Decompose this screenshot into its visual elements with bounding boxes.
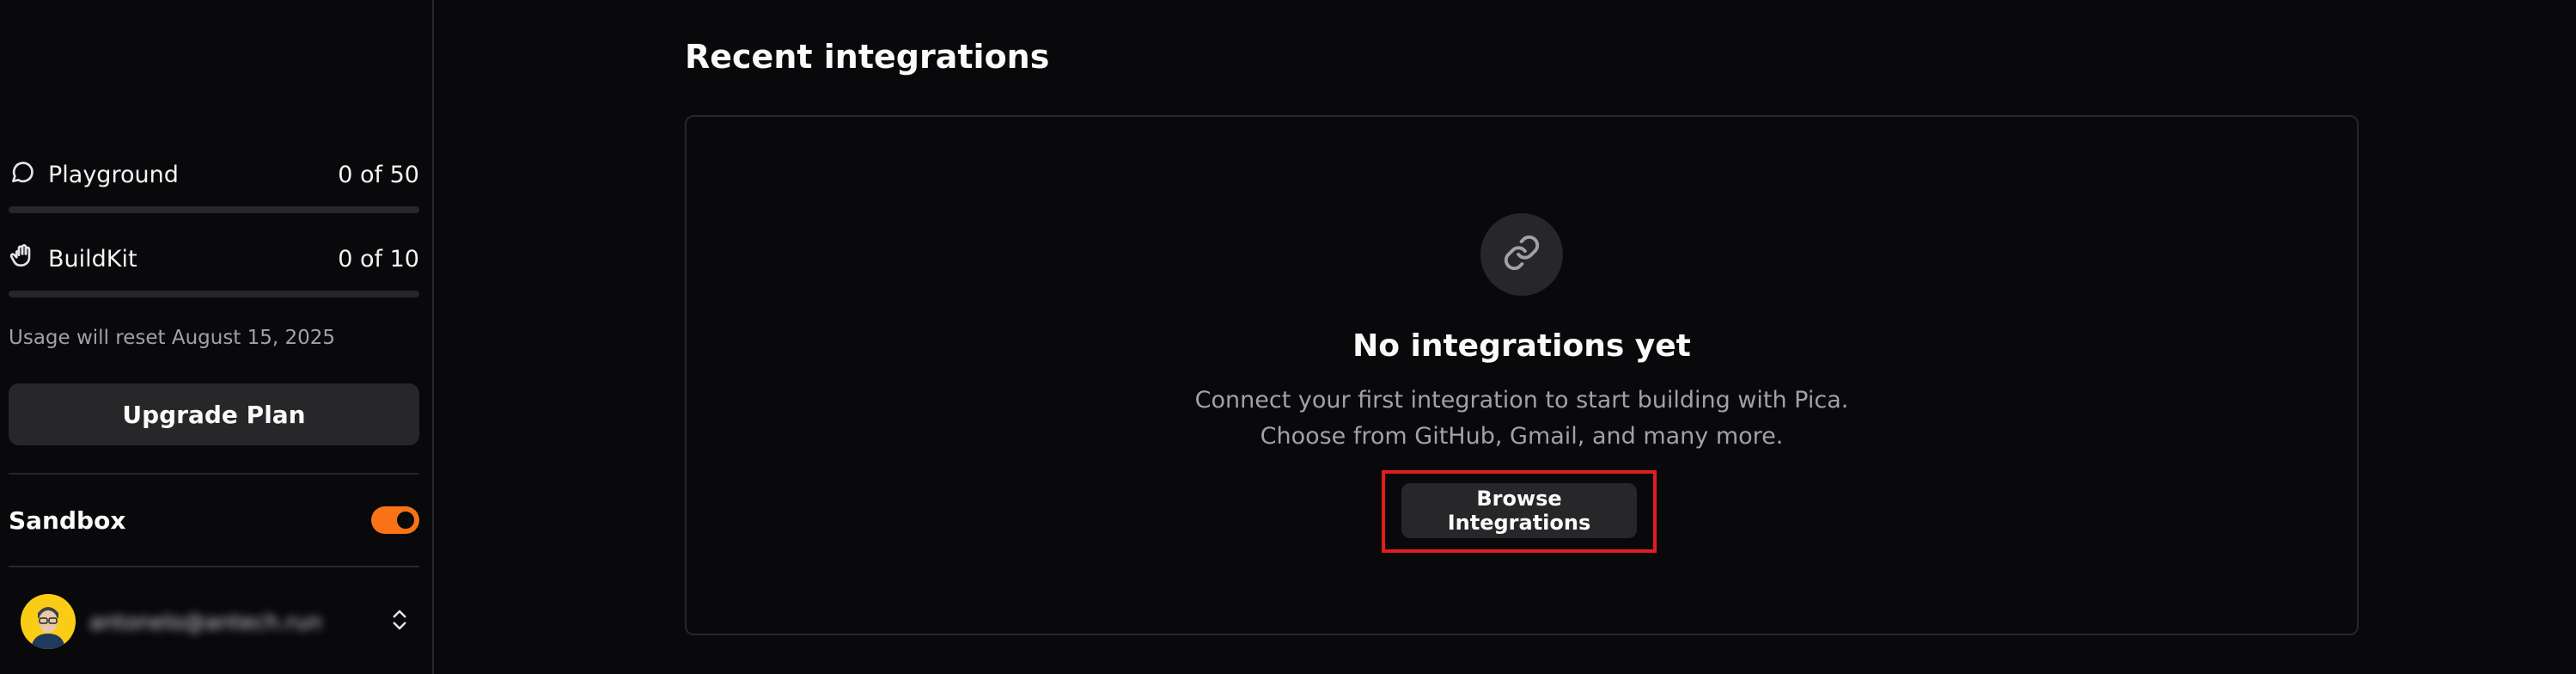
empty-state-title: No integrations yet	[1352, 328, 1691, 364]
avatar	[21, 594, 76, 649]
chat-bubble-icon	[9, 158, 36, 192]
divider	[9, 473, 419, 475]
usage-label-playground: Playground	[48, 161, 179, 188]
usage-row-playground: Playground 0 of 50	[9, 157, 419, 192]
link-icon	[1502, 233, 1541, 276]
divider	[9, 566, 419, 567]
sandbox-row: Sandbox	[9, 501, 419, 539]
usage-progress-playground	[9, 206, 419, 213]
link-icon-container	[1480, 213, 1563, 296]
usage-reset-text: Usage will reset August 15, 2025	[9, 327, 336, 349]
usage-count-buildkit: 0 of 10	[338, 245, 419, 273]
empty-state-description-line2: Choose from GitHub, Gmail, and many more…	[1260, 423, 1784, 450]
usage-count-playground: 0 of 50	[338, 161, 419, 188]
usage-row-buildkit: BuildKit 0 of 10	[9, 242, 419, 276]
sandbox-label: Sandbox	[9, 506, 126, 535]
browse-integrations-button[interactable]: Browse Integrations	[1401, 483, 1637, 538]
upgrade-plan-button[interactable]: Upgrade Plan	[9, 383, 419, 445]
user-menu[interactable]: antonelo@antech.run	[21, 593, 412, 650]
usage-progress-buildkit	[9, 291, 419, 297]
integrations-empty-card: No integrations yet Connect your first i…	[685, 115, 2359, 635]
hand-pointer-icon	[9, 242, 36, 276]
page-title: Recent integrations	[685, 38, 1050, 76]
empty-state-description-line1: Connect your first integration to start …	[1194, 387, 1849, 414]
chevron-up-down-icon[interactable]	[387, 607, 412, 636]
usage-label-buildkit: BuildKit	[48, 245, 137, 273]
toggle-knob	[395, 510, 416, 530]
sandbox-toggle[interactable]	[371, 506, 419, 534]
sidebar: Playground 0 of 50 BuildKit 0 of 10 Usag…	[0, 0, 434, 674]
user-email: antonelo@antech.run	[89, 609, 322, 634]
